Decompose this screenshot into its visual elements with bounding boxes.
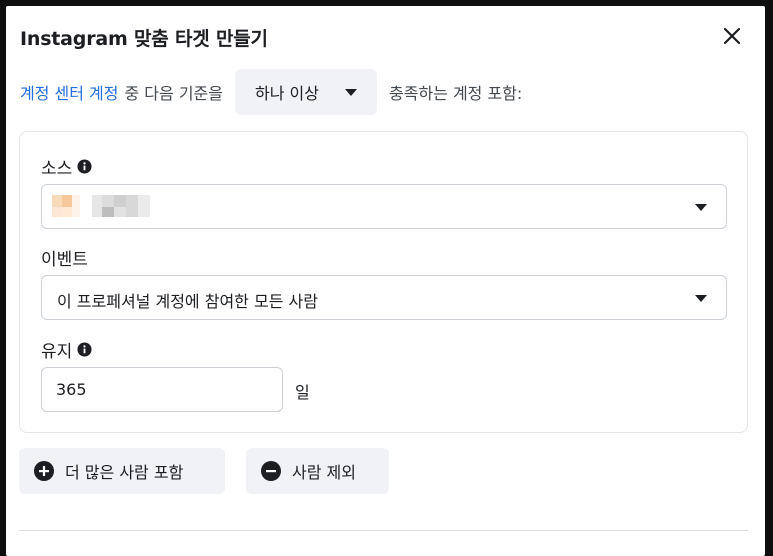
retention-label: 유지 <box>41 337 92 362</box>
exclude-people-button[interactable]: 사람 제외 <box>246 448 389 494</box>
retention-days-input[interactable] <box>41 367 283 412</box>
accounts-center-link[interactable]: 계정 센터 계정 <box>20 80 119 104</box>
source-label: 소스 <box>41 154 92 179</box>
retention-unit: 일 <box>295 383 310 402</box>
close-button[interactable] <box>718 22 746 50</box>
source-label-text: 소스 <box>41 159 73 179</box>
minus-circle-icon <box>261 461 281 481</box>
plus-circle-icon <box>34 461 54 481</box>
dialog-title: Instagram 맞춤 타겟 만들기 <box>20 28 268 50</box>
audience-rule-card: 소스 이벤트 이 프로페셔널 계정에 참여한 모든 사람 유지 365 일 <box>19 131 748 433</box>
criteria-suffix: 충족하는 계정 포함: <box>389 84 523 103</box>
include-more-people-label: 더 많은 사람 포함 <box>65 463 184 482</box>
retention-label-text: 유지 <box>41 342 73 362</box>
exclude-people-label: 사람 제외 <box>292 463 356 482</box>
criteria-row: 계정 센터 계정 중 다음 기준을 하나 이상 충족하는 계정 포함: <box>20 69 522 115</box>
event-select-value: 이 프로페셔널 계정에 참여한 모든 사람 <box>57 292 318 311</box>
criteria-prefix: 중 다음 기준을 <box>124 84 224 103</box>
caret-down-icon <box>345 89 357 96</box>
info-icon[interactable] <box>77 342 92 357</box>
footer-divider <box>19 530 748 531</box>
include-more-people-button[interactable]: 더 많은 사람 포함 <box>19 448 225 494</box>
info-icon[interactable] <box>77 159 92 174</box>
custom-audience-dialog: Instagram 맞춤 타겟 만들기 계정 센터 계정 중 다음 기준을 하나… <box>6 6 765 556</box>
match-criteria-select[interactable]: 하나 이상 <box>235 69 377 115</box>
event-label: 이벤트 <box>41 250 88 270</box>
caret-down-icon <box>695 204 707 211</box>
dialog-header: Instagram 맞춤 타겟 만들기 <box>6 6 765 64</box>
close-icon <box>723 27 741 45</box>
event-select[interactable]: 이 프로페셔널 계정에 참여한 모든 사람 <box>41 275 727 320</box>
caret-down-icon <box>695 295 707 302</box>
match-criteria-value: 하나 이상 <box>255 84 319 103</box>
source-select[interactable] <box>41 184 727 229</box>
